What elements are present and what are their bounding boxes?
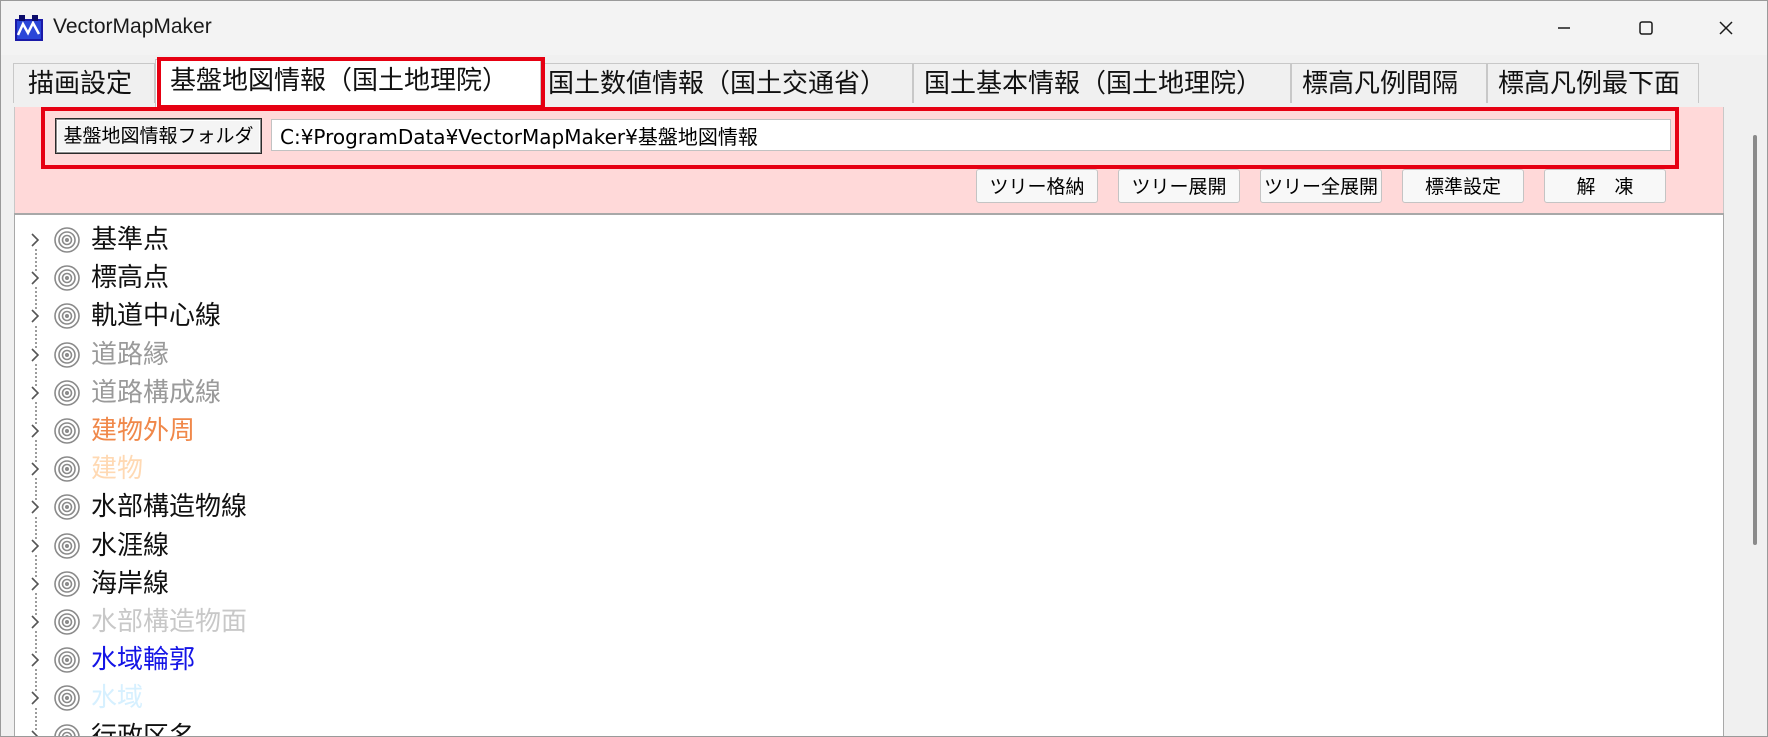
tree-item-label: 建物外周 xyxy=(91,416,196,446)
folder-settings-panel: 基盤地図情報フォルダ ツリー格納 ツリー展開 ツリー全展開 標準設定 解 凍 xyxy=(14,107,1724,213)
tree-connector xyxy=(35,593,39,615)
chevron-right-icon[interactable] xyxy=(27,308,43,324)
chevron-right-icon[interactable] xyxy=(27,614,43,630)
app-window: VectorMapMaker 描画設定 基盤地図情報（国土地理院） 国土数値情報… xyxy=(0,0,1768,737)
tree-item-label: 標高点 xyxy=(91,263,170,294)
chevron-right-icon[interactable] xyxy=(27,729,43,737)
chevron-right-icon[interactable] xyxy=(27,690,43,706)
target-icon xyxy=(54,341,80,368)
tree-item-label: 道路縁 xyxy=(91,339,170,370)
vectormapmaker-app-icon xyxy=(15,15,43,41)
chevron-right-icon[interactable] xyxy=(27,461,43,477)
chevron-right-icon[interactable] xyxy=(27,538,43,554)
target-icon xyxy=(54,532,80,559)
minimize-icon xyxy=(1558,27,1570,29)
tree-expand-button[interactable]: ツリー展開 xyxy=(1118,169,1240,203)
target-icon xyxy=(54,647,80,673)
tree-item-label: 水域輪郭 xyxy=(91,645,196,676)
target-icon xyxy=(54,379,80,406)
target-icon xyxy=(54,609,80,635)
tree-item[interactable]: 建物外周 xyxy=(15,402,1715,450)
target-icon xyxy=(54,456,80,482)
tree-connector xyxy=(35,325,39,348)
tree-item[interactable]: 水涯線 xyxy=(15,516,1715,565)
tab-kokudo-suchi[interactable]: 国土数値情報（国土交通省） xyxy=(541,63,913,103)
tree-item-label: 軌道中心線 xyxy=(91,301,222,332)
tree-item-label: 水部構造物面 xyxy=(91,607,248,637)
tree-item[interactable]: 行政区名 xyxy=(15,707,1715,737)
tree-item[interactable]: 海岸線 xyxy=(15,554,1715,603)
tree-expand-all-button[interactable]: ツリー全展開 xyxy=(1260,169,1382,203)
minimize-button[interactable] xyxy=(1529,1,1599,55)
tree-connector xyxy=(35,669,39,692)
tree-connector xyxy=(35,478,39,501)
scrollbar-thumb[interactable] xyxy=(1753,135,1757,545)
target-icon xyxy=(54,723,80,736)
tree-item-label: 道路構成線 xyxy=(91,377,222,408)
tree-connector xyxy=(35,440,39,463)
tab-kokudo-kihon[interactable]: 国土基本情報（国土地理院） xyxy=(913,63,1291,103)
tree-item[interactable]: 水域輪郭 xyxy=(15,631,1715,679)
folder-select-button[interactable]: 基盤地図情報フォルダ xyxy=(56,119,261,153)
maximize-button[interactable] xyxy=(1611,1,1681,55)
tree-item[interactable]: 基準点 xyxy=(15,221,1715,259)
title-bar[interactable]: VectorMapMaker xyxy=(1,1,1767,55)
tab-elevation-bottom[interactable]: 標高凡例最下面 xyxy=(1487,63,1699,103)
chevron-right-icon[interactable] xyxy=(27,385,43,401)
layer-tree[interactable]: 基準点標高点軌道中心線道路縁道路構成線建物外周建物水部構造物線 水涯線海岸線水部構… xyxy=(14,213,1724,737)
tree-item[interactable]: 水部構造物線 xyxy=(15,478,1715,526)
tree-item[interactable]: 水部構造物面 xyxy=(15,593,1715,641)
tab-elevation-interval[interactable]: 標高凡例間隔 xyxy=(1291,63,1487,103)
target-icon xyxy=(54,265,80,291)
folder-path-input[interactable] xyxy=(271,119,1671,151)
close-button[interactable] xyxy=(1691,1,1761,55)
tree-item-label: 行政区名 xyxy=(91,721,196,737)
chevron-right-icon[interactable] xyxy=(27,423,43,439)
tree-connector xyxy=(35,287,39,310)
tree-connector xyxy=(35,363,39,386)
chevron-right-icon[interactable] xyxy=(27,499,43,515)
tab-bar: 描画設定 基盤地図情報（国土地理院） 国土数値情報（国土交通省） 国土基本情報（… xyxy=(1,55,1767,107)
tree-collapse-button[interactable]: ツリー格納 xyxy=(976,169,1098,203)
tree-item-label: 海岸線 xyxy=(91,568,170,599)
target-icon xyxy=(54,418,80,444)
tree-item[interactable]: 標高点 xyxy=(15,249,1715,297)
default-settings-button[interactable]: 標準設定 xyxy=(1402,169,1524,203)
tree-item-label: 水部構造物線 xyxy=(91,492,248,523)
tree-item[interactable]: 建物 xyxy=(15,440,1715,488)
tree-item[interactable]: 道路縁 xyxy=(15,325,1715,374)
chevron-right-icon[interactable] xyxy=(27,652,43,668)
target-icon xyxy=(54,494,80,521)
target-icon xyxy=(54,570,80,597)
tree-item[interactable]: 軌道中心線 xyxy=(15,287,1715,335)
window-title: VectorMapMaker xyxy=(53,15,212,38)
chevron-right-icon[interactable] xyxy=(27,232,43,248)
close-icon xyxy=(1719,21,1733,35)
target-icon xyxy=(54,303,80,330)
extract-button[interactable]: 解 凍 xyxy=(1544,169,1666,203)
target-icon xyxy=(54,685,80,712)
tree-connector xyxy=(35,707,39,730)
tree-item-label: 水涯線 xyxy=(91,530,170,561)
tree-item[interactable]: 道路構成線 xyxy=(15,363,1715,412)
tree-item[interactable]: 水域 xyxy=(15,669,1715,717)
tree-connector xyxy=(35,554,39,577)
tree-item-label: 建物 xyxy=(91,454,144,485)
tree-connector xyxy=(35,516,39,539)
tree-item-label: 水域 xyxy=(91,683,144,714)
tree-connector xyxy=(35,249,39,272)
tree-connector xyxy=(35,402,39,424)
chevron-right-icon[interactable] xyxy=(27,270,43,286)
vertical-scrollbar[interactable] xyxy=(1745,105,1767,736)
chevron-right-icon[interactable] xyxy=(27,347,43,363)
tab-kiban-chizu[interactable]: 基盤地図情報（国土地理院） xyxy=(155,59,541,107)
maximize-icon xyxy=(1639,21,1653,35)
tree-connector xyxy=(35,631,39,654)
tab-drawing-settings[interactable]: 描画設定 xyxy=(13,63,155,103)
tree-item-label: 基準点 xyxy=(91,225,170,255)
chevron-right-icon[interactable] xyxy=(27,576,43,592)
target-icon xyxy=(54,227,80,253)
